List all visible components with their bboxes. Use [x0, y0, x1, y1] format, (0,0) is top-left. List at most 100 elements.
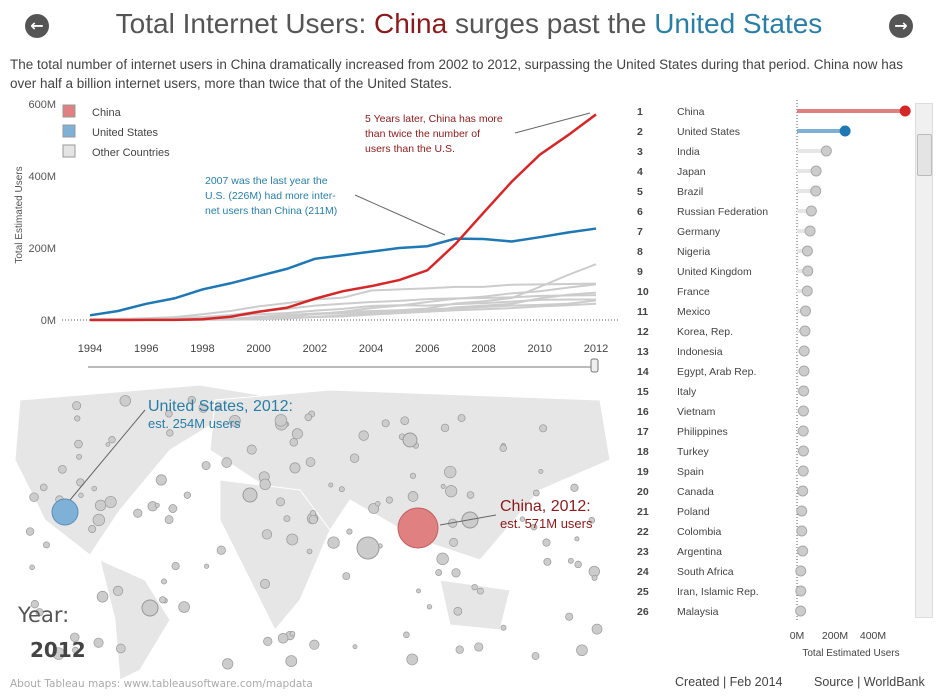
- rank-number: 21: [637, 506, 649, 518]
- list-item[interactable]: 18 Turkey: [637, 445, 809, 458]
- country-bubble: [276, 497, 286, 507]
- legend-swatch: [62, 104, 76, 118]
- country-bubble: [346, 528, 353, 535]
- country-bubble: [286, 533, 299, 546]
- list-item[interactable]: 6 Russian Federation: [637, 205, 817, 218]
- country-bubble: [108, 436, 116, 444]
- scrollbar[interactable]: [915, 103, 933, 618]
- country-name: India: [677, 146, 700, 158]
- country-bubble: [261, 529, 273, 540]
- country-bubble: [591, 574, 598, 581]
- list-item[interactable]: 1 China: [637, 105, 911, 118]
- arrow-left-icon[interactable]: ←: [25, 14, 49, 38]
- list-item[interactable]: 15 Italy: [637, 385, 810, 398]
- value-dot: [797, 425, 809, 437]
- country-bubble: [159, 596, 167, 604]
- country-bubble: [201, 461, 211, 470]
- value-dot: [810, 185, 822, 197]
- country-bubble: [285, 655, 298, 668]
- value-dot: [797, 545, 809, 557]
- rank-number: 10: [637, 286, 649, 298]
- country-bubble: [216, 545, 226, 555]
- country-bubble: [93, 637, 104, 648]
- list-item[interactable]: 22 Colombia: [637, 525, 808, 538]
- rank-number: 19: [637, 466, 649, 478]
- list-item[interactable]: 5 Brazil: [637, 185, 822, 198]
- country-bubble: [309, 639, 320, 650]
- country-bubble: [291, 428, 303, 440]
- list-item[interactable]: 14 Egypt, Arab Rep.: [637, 365, 810, 378]
- country-bubble: [409, 472, 416, 479]
- list-item[interactable]: 24 South Africa: [637, 565, 807, 578]
- country-bubble: [155, 474, 167, 486]
- year-value: 2012: [30, 638, 86, 662]
- list-item[interactable]: 25 Iran, Islamic Rep.: [637, 585, 807, 598]
- country-bubble: [455, 645, 464, 654]
- country-bubble: [538, 468, 544, 474]
- x-tick-label: 2006: [415, 343, 439, 355]
- list-item[interactable]: 12 Korea, Rep.: [637, 325, 811, 338]
- line-chart[interactable]: 0M 200M 400M 600M Total Estimated Users 1994 1…: [0, 95, 620, 380]
- country-bubble: [72, 401, 82, 411]
- country-name: Egypt, Arab Rep.: [677, 366, 756, 378]
- country-bubble: [570, 483, 579, 492]
- list-item[interactable]: 7 Germany: [637, 225, 816, 238]
- country-name: China: [677, 106, 705, 118]
- country-bubble: [43, 541, 50, 549]
- rank-number: 13: [637, 346, 649, 358]
- list-item[interactable]: 17 Philippines: [637, 425, 809, 438]
- list-item[interactable]: 9 United Kingdom: [637, 265, 814, 278]
- country-bubble: [327, 536, 340, 549]
- country-bubble: [277, 633, 289, 644]
- list-item[interactable]: 13 Indonesia: [637, 345, 810, 358]
- legend-swatch: [62, 124, 76, 138]
- page-title: Total Internet Users: China surges past …: [115, 8, 823, 39]
- list-item[interactable]: 8 Nigeria: [637, 245, 813, 258]
- country-bubble: [328, 482, 334, 488]
- list-item[interactable]: 16 Vietnam: [637, 405, 809, 418]
- arrow-right-icon[interactable]: →: [889, 14, 913, 38]
- list-item[interactable]: 10 France: [637, 285, 813, 298]
- list-item[interactable]: 11 Mexico: [637, 305, 812, 318]
- country-name: Spain: [677, 466, 704, 478]
- list-item[interactable]: 20 Canada: [637, 485, 809, 498]
- country-bubble: [168, 504, 178, 513]
- x-tick-label: 400M: [860, 630, 886, 642]
- list-item[interactable]: 2 United States: [637, 125, 851, 138]
- map-attribution[interactable]: About Tableau maps: www.tableausoftware.…: [10, 678, 313, 690]
- country-bubble: [104, 495, 117, 509]
- value-dot: [801, 245, 813, 257]
- rank-number: 18: [637, 446, 649, 458]
- china-bubble: [397, 507, 439, 549]
- country-bubble: [400, 416, 410, 426]
- country-name: United States: [677, 126, 740, 138]
- world-map[interactable]: [0, 380, 625, 695]
- country-bubble: [304, 413, 313, 422]
- country-bubble: [539, 424, 548, 433]
- list-item[interactable]: 19 Spain: [637, 465, 809, 478]
- country-bubble: [96, 590, 109, 603]
- country-bubble: [342, 572, 351, 581]
- value-dot: [820, 145, 832, 157]
- rank-number: 14: [637, 366, 649, 378]
- country-bubble: [349, 453, 360, 463]
- list-item[interactable]: 3 India: [637, 145, 832, 158]
- country-bubble: [92, 513, 106, 527]
- x-tick-label: 1998: [190, 343, 214, 355]
- list-item[interactable]: 26 Malaysia: [637, 605, 807, 618]
- country-bubble: [499, 444, 507, 452]
- rank-number: 1: [637, 106, 643, 118]
- list-item[interactable]: 23 Argentina: [637, 545, 809, 558]
- country-bubble: [289, 630, 296, 637]
- year-slider-handle[interactable]: [590, 358, 599, 373]
- rank-number: 7: [637, 226, 643, 238]
- ranking-chart[interactable]: 1 China 2 United States 3 India 4 Japan 5 Brazil 6…: [625, 100, 915, 660]
- country-name: Korea, Rep.: [677, 326, 733, 338]
- list-item[interactable]: 4 Japan: [637, 165, 822, 178]
- country-name: Turkey: [677, 446, 709, 458]
- country-bubble: [289, 462, 301, 474]
- scrollbar-thumb[interactable]: [917, 134, 932, 176]
- x-tick-label: 2008: [471, 343, 495, 355]
- list-item[interactable]: 21 Poland: [637, 505, 808, 518]
- country-bubble: [91, 485, 97, 492]
